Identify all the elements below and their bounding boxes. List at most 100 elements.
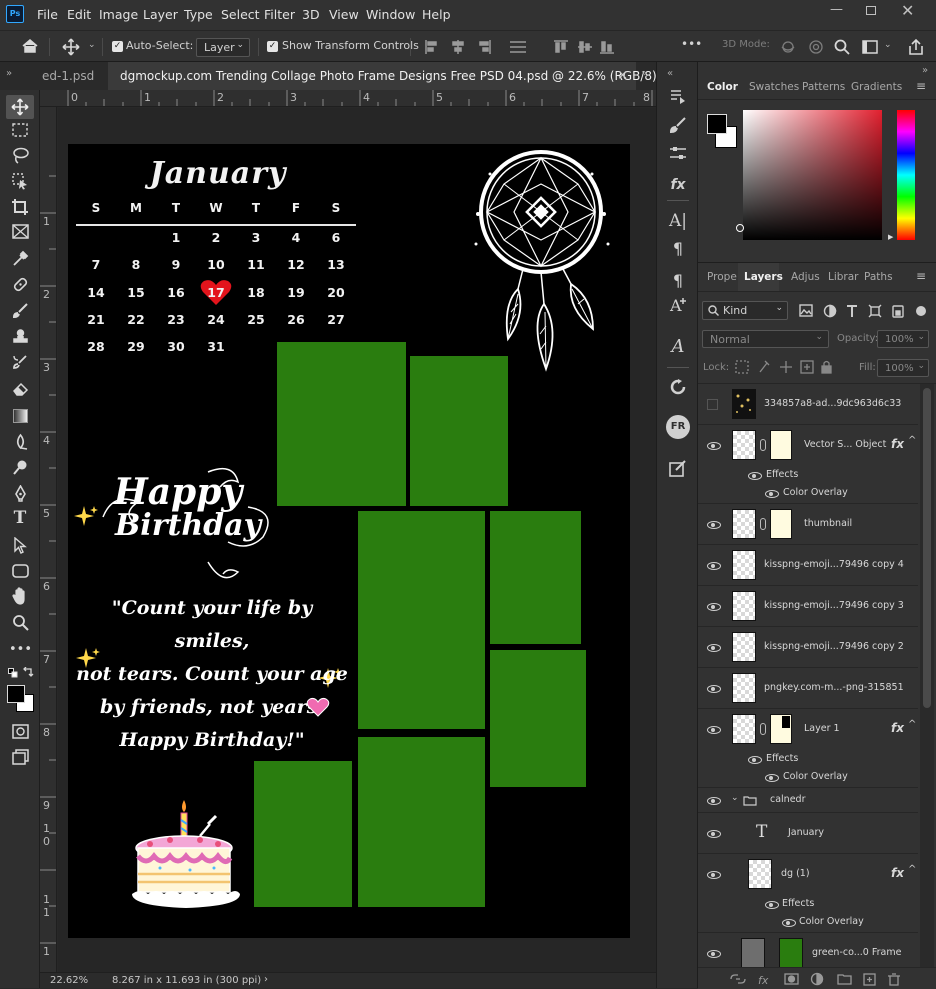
layer-row[interactable]: green-co...0 Frame (698, 933, 918, 969)
close-tab-icon[interactable]: × (617, 62, 628, 90)
zoom-tool-icon[interactable] (12, 614, 29, 631)
menu-window[interactable]: Window (366, 7, 415, 22)
history-brush-tool-icon[interactable] (12, 354, 29, 371)
menu-3d[interactable]: 3D (302, 7, 320, 22)
eye-icon[interactable] (782, 919, 796, 927)
link-chain-icon[interactable] (760, 439, 766, 451)
tab-color[interactable]: Color (707, 81, 738, 93)
effect-row[interactable]: Color Overlay (698, 768, 918, 788)
chevron-up-icon[interactable]: ^ (908, 864, 916, 875)
menu-help[interactable]: Help (422, 7, 451, 22)
adjustments-icon[interactable] (669, 144, 687, 162)
rectangle-tool-icon[interactable] (12, 564, 29, 578)
opacity-input[interactable]: 100% ⌄ (877, 330, 929, 348)
eye-icon[interactable] (707, 871, 721, 879)
tab-active[interactable]: dgmockup.com Trending Collage Photo Fram… (108, 62, 667, 90)
clone-stamp-tool-icon[interactable] (12, 328, 29, 345)
object-select-tool-icon[interactable] (12, 173, 29, 190)
layer-group-row[interactable]: ⌄ calnedr (698, 788, 918, 813)
maximize-icon[interactable] (866, 6, 876, 15)
link-chain-icon[interactable] (760, 518, 766, 530)
color-saturation-field[interactable] (743, 110, 882, 240)
edit-toolbar-icon[interactable]: ••• (9, 639, 32, 661)
layer-effects-icon[interactable]: fx (891, 721, 904, 735)
more-options-icon[interactable]: ••• (681, 37, 702, 51)
tab-libraries[interactable]: Librar (828, 271, 859, 283)
paragraph-styles-icon[interactable]: ¶ (667, 270, 689, 292)
layer-row[interactable]: 334857a8-ad...9dc963d6c33 (698, 384, 918, 425)
hand-tool-icon[interactable] (12, 587, 29, 606)
lasso-tool-icon[interactable] (12, 147, 29, 164)
styles-fx-icon[interactable]: fx (667, 174, 689, 196)
character-styles-icon[interactable]: A (669, 296, 687, 314)
tab-gradients[interactable]: Gradients (851, 81, 902, 93)
eye-icon[interactable] (765, 901, 779, 909)
chevron-up-icon[interactable]: ^ (908, 435, 916, 446)
lock-options-icons[interactable] (735, 360, 835, 374)
eyedropper-tool-icon[interactable] (12, 250, 29, 267)
layer-action-icons[interactable]: fx (730, 972, 902, 986)
plugin-fr-icon[interactable]: FR (666, 415, 690, 439)
eye-icon[interactable] (707, 726, 721, 734)
panel-menu-icon[interactable]: ≡ (916, 269, 926, 283)
tab-properties[interactable]: Prope (707, 271, 737, 283)
gradient-tool-icon[interactable] (13, 409, 28, 423)
align-distribute-icons[interactable] (424, 39, 614, 55)
menu-file[interactable]: File (37, 7, 58, 22)
menu-layer[interactable]: Layer (143, 7, 178, 22)
foreground-color-swatch[interactable] (7, 685, 25, 703)
eye-icon[interactable] (707, 603, 721, 611)
document-canvas[interactable]: January SMTWTFS 1 2 3 4 6 7 8 9 10 11 12 13 14 15 16 17… (68, 144, 630, 938)
show-transform-checkbox[interactable]: ✓ (267, 41, 278, 52)
fill-input[interactable]: 100% ⌄ (877, 359, 929, 377)
tab-inactive[interactable]: ed-1.psd (40, 62, 108, 90)
notes-panel-icon[interactable] (669, 459, 687, 477)
default-colors-icon[interactable] (8, 668, 18, 678)
quick-mask-icon[interactable] (12, 724, 29, 739)
layer-row[interactable]: Layer 1 fx ^ (698, 709, 918, 750)
status-menu-icon[interactable]: › (264, 974, 268, 985)
chevron-down-icon[interactable]: ⌄ (88, 40, 96, 50)
eye-icon[interactable] (707, 797, 721, 805)
foreground-color-swatch[interactable] (707, 114, 727, 134)
layer-row[interactable]: dg (1) fx ^ (698, 854, 918, 895)
paragraph-panel-icon[interactable]: ¶ (667, 238, 689, 260)
layers-scrollbar[interactable] (920, 384, 934, 969)
chevron-down-icon[interactable]: ⌄ (884, 40, 892, 50)
eye-icon[interactable] (707, 521, 721, 529)
eye-icon[interactable] (765, 774, 779, 782)
tab-layers[interactable]: Layers (744, 271, 783, 283)
tab-patterns[interactable]: Patterns (802, 81, 845, 93)
effects-row[interactable]: Effects (698, 750, 918, 770)
move-tool-icon[interactable] (62, 38, 80, 56)
path-selection-tool-icon[interactable] (13, 537, 28, 554)
type-tool-icon[interactable]: T (9, 508, 31, 530)
marquee-tool-icon[interactable] (12, 123, 28, 137)
tab-paths[interactable]: Paths (864, 271, 893, 283)
eye-icon[interactable] (748, 756, 762, 764)
home-icon[interactable] (21, 38, 39, 54)
menu-image[interactable]: Image (99, 7, 138, 22)
eye-icon[interactable] (707, 562, 721, 570)
layer-filter-icons[interactable] (799, 304, 929, 318)
hue-slider[interactable] (897, 110, 915, 240)
navigator-icon[interactable] (669, 378, 687, 396)
tab-overflow-icon[interactable]: » (641, 68, 647, 79)
layer-row[interactable]: thumbnail (698, 504, 918, 545)
filter-kind-dropdown[interactable]: Kind ⌄ (702, 301, 788, 320)
effect-row[interactable]: Color Overlay (698, 913, 918, 933)
layer-row[interactable]: kisspng-emoji...79496 copy 4 (698, 545, 918, 586)
eraser-tool-icon[interactable] (12, 380, 29, 397)
menu-edit[interactable]: Edit (67, 7, 91, 22)
move-tool-icon[interactable] (11, 98, 29, 116)
frame-tool-icon[interactable] (12, 224, 29, 239)
chevron-down-icon[interactable]: ⌄ (731, 793, 739, 803)
visibility-toggle-off[interactable] (707, 399, 718, 410)
menu-view[interactable]: View (329, 7, 359, 22)
layer-effects-icon[interactable]: fx (891, 866, 904, 880)
swap-colors-icon[interactable] (22, 667, 34, 678)
effects-row[interactable]: Effects (698, 895, 918, 915)
expand-toolbar-icon[interactable]: » (6, 68, 12, 79)
dodge-tool-icon[interactable] (12, 459, 29, 476)
eye-icon[interactable] (748, 472, 762, 480)
